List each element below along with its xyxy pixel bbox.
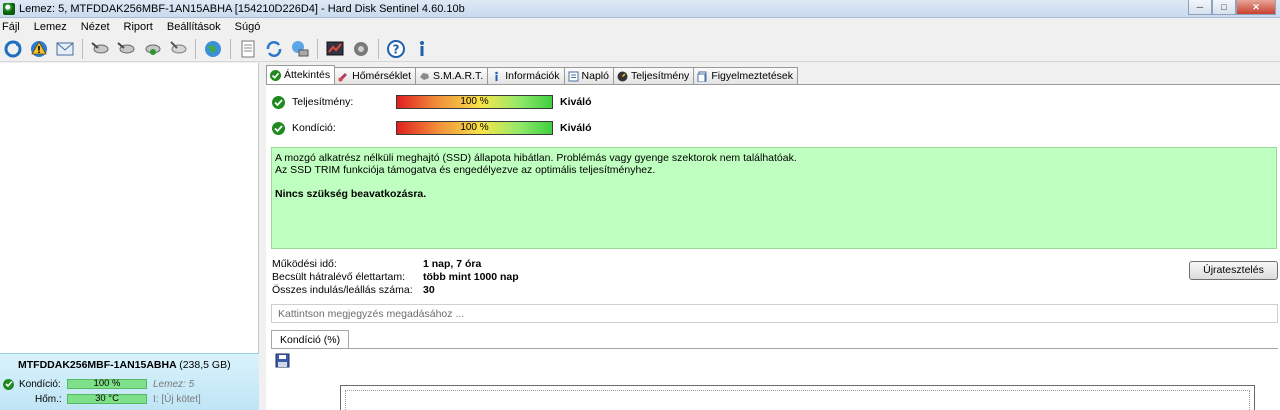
health-label: Kondíció: bbox=[292, 122, 336, 134]
tab-bar: Áttekintés Hőmérséklet S.M.A.R.T. Inform… bbox=[266, 65, 799, 84]
condition-chart-frame bbox=[340, 385, 1255, 410]
minimize-button[interactable]: ─ bbox=[1188, 0, 1212, 15]
disk-temp-row: Hőm.: 30 °C I: [Új kötet] bbox=[0, 392, 259, 406]
notes-field[interactable]: Kattintson megjegyzés megadásához ... bbox=[271, 304, 1278, 323]
tab-information[interactable]: Információk bbox=[487, 67, 565, 84]
performance-label: Teljesítmény: bbox=[292, 96, 354, 108]
toolbar-separator bbox=[378, 38, 379, 59]
network-icon[interactable] bbox=[288, 37, 311, 60]
tab-condition-chart[interactable]: Kondíció (%) bbox=[271, 330, 350, 349]
performance-rating: Kiváló bbox=[560, 96, 592, 108]
disk-index: Lemez: 5 bbox=[153, 378, 195, 390]
tab-performance[interactable]: Teljesítmény bbox=[612, 67, 695, 84]
retest-button[interactable]: Újratesztelés bbox=[1189, 261, 1278, 280]
thermometer-icon bbox=[338, 71, 349, 82]
about-icon[interactable] bbox=[410, 37, 433, 60]
disk-name-line: MTFDDAK256MBF-1AN15ABHA (238,5 GB) bbox=[18, 359, 231, 371]
globe-icon[interactable] bbox=[201, 37, 224, 60]
window-controls: ─ □ ✕ bbox=[1188, 0, 1276, 15]
tab-temperature[interactable]: Hőmérséklet bbox=[334, 67, 417, 84]
toolbar-separator bbox=[82, 38, 83, 59]
disk-list-pane[interactable]: MTFDDAK256MBF-1AN15ABHA (238,5 GB) Kondí… bbox=[0, 63, 259, 410]
check-icon bbox=[3, 378, 14, 390]
health-row: Kondíció: 100 % Kiváló bbox=[272, 119, 672, 137]
check-icon bbox=[270, 69, 281, 81]
smart-icon bbox=[419, 71, 430, 82]
settings-chart-icon[interactable] bbox=[323, 37, 346, 60]
condition-chart-panel bbox=[271, 348, 1278, 410]
status-message-action: Nincs szükség beavatkozásra. bbox=[275, 188, 427, 200]
status-message-box: A mozgó alkatrész nélküli meghajtó (SSD)… bbox=[271, 147, 1277, 249]
svg-text:?: ? bbox=[392, 42, 399, 56]
app-icon bbox=[3, 2, 15, 15]
disk-condition-label: Kondíció: bbox=[19, 378, 61, 390]
info-icon bbox=[491, 71, 502, 82]
performance-icon bbox=[617, 71, 628, 82]
menu-disk[interactable]: Lemez bbox=[34, 21, 67, 33]
status-message-line: A mozgó alkatrész nélküli meghajtó (SSD)… bbox=[275, 152, 797, 164]
check-icon bbox=[272, 121, 285, 135]
health-bar: 100 % bbox=[396, 121, 553, 135]
check-icon bbox=[272, 95, 285, 109]
tab-alerts[interactable]: Figyelmeztetések bbox=[693, 67, 799, 84]
disk-condition-bar: 100 % bbox=[67, 379, 147, 389]
performance-bar: 100 % bbox=[396, 95, 553, 109]
menu-help[interactable]: Súgó bbox=[235, 21, 261, 33]
disk-condition-row: Kondíció: 100 % Lemez: 5 bbox=[0, 377, 259, 391]
disk-temp-label: Hőm.: bbox=[35, 393, 62, 405]
tab-smart[interactable]: S.M.A.R.T. bbox=[415, 67, 489, 84]
disk-temp-bar: 30 °C bbox=[67, 394, 147, 404]
save-icon[interactable] bbox=[275, 353, 290, 368]
status-message-line: Az SSD TRIM funkciója támogatva és enged… bbox=[275, 164, 656, 176]
sync-icon[interactable] bbox=[262, 37, 285, 60]
chart-grid bbox=[345, 390, 1250, 410]
alert-icon[interactable] bbox=[27, 37, 50, 60]
toolbar-separator bbox=[317, 38, 318, 59]
menu-report[interactable]: Riport bbox=[124, 21, 153, 33]
maximize-button[interactable]: □ bbox=[1212, 0, 1236, 15]
alerts-icon bbox=[697, 71, 708, 82]
tab-log[interactable]: Napló bbox=[563, 67, 614, 84]
menu-bar: Fájl Lemez Nézet Riport Beállítások Súgó bbox=[0, 18, 1280, 36]
log-icon bbox=[568, 71, 579, 82]
disk-size: (238,5 GB) bbox=[179, 359, 231, 371]
performance-row: Teljesítmény: 100 % Kiváló bbox=[272, 93, 672, 111]
mail-icon[interactable] bbox=[53, 37, 76, 60]
disk-check-icon[interactable] bbox=[140, 37, 163, 60]
disk-scan-icon[interactable] bbox=[114, 37, 137, 60]
overview-panel: Teljesítmény: 100 % Kiváló Kondíció: 100… bbox=[266, 84, 1280, 410]
stat-row: Becsült hátralévő élettartam: több mint … bbox=[272, 271, 519, 283]
health-rating: Kiváló bbox=[560, 122, 592, 134]
speaker-icon[interactable] bbox=[349, 37, 372, 60]
stat-row: Összes indulás/leállás száma: 30 bbox=[272, 284, 435, 296]
tab-overview[interactable]: Áttekintés bbox=[266, 65, 336, 84]
help-icon[interactable]: ? bbox=[384, 37, 407, 60]
disk-tools-icon[interactable] bbox=[166, 37, 189, 60]
menu-view[interactable]: Nézet bbox=[81, 21, 110, 33]
stat-row: Működési idő: 1 nap, 7 óra bbox=[272, 258, 482, 270]
disk-card[interactable]: MTFDDAK256MBF-1AN15ABHA (238,5 GB) Kondí… bbox=[0, 353, 259, 410]
disk-name: MTFDDAK256MBF-1AN15ABHA bbox=[18, 359, 177, 371]
toolbar-separator bbox=[195, 38, 196, 59]
toolbar-separator bbox=[230, 38, 231, 59]
report-icon[interactable] bbox=[236, 37, 259, 60]
disk-stats: Működési idő: 1 nap, 7 óra Becsült hátra… bbox=[272, 258, 672, 297]
close-button[interactable]: ✕ bbox=[1236, 0, 1276, 15]
window-title: Lemez: 5, MTFDDAK256MBF-1AN15ABHA [15421… bbox=[19, 2, 465, 15]
toolbar: ? bbox=[0, 36, 1280, 62]
title-bar: Lemez: 5, MTFDDAK256MBF-1AN15ABHA [15421… bbox=[0, 0, 1280, 18]
menu-file[interactable]: Fájl bbox=[2, 21, 20, 33]
disk-volume: I: [Új kötet] bbox=[153, 393, 201, 405]
disk-test-icon[interactable] bbox=[88, 37, 111, 60]
refresh-icon[interactable] bbox=[1, 37, 24, 60]
menu-settings[interactable]: Beállítások bbox=[167, 21, 221, 33]
